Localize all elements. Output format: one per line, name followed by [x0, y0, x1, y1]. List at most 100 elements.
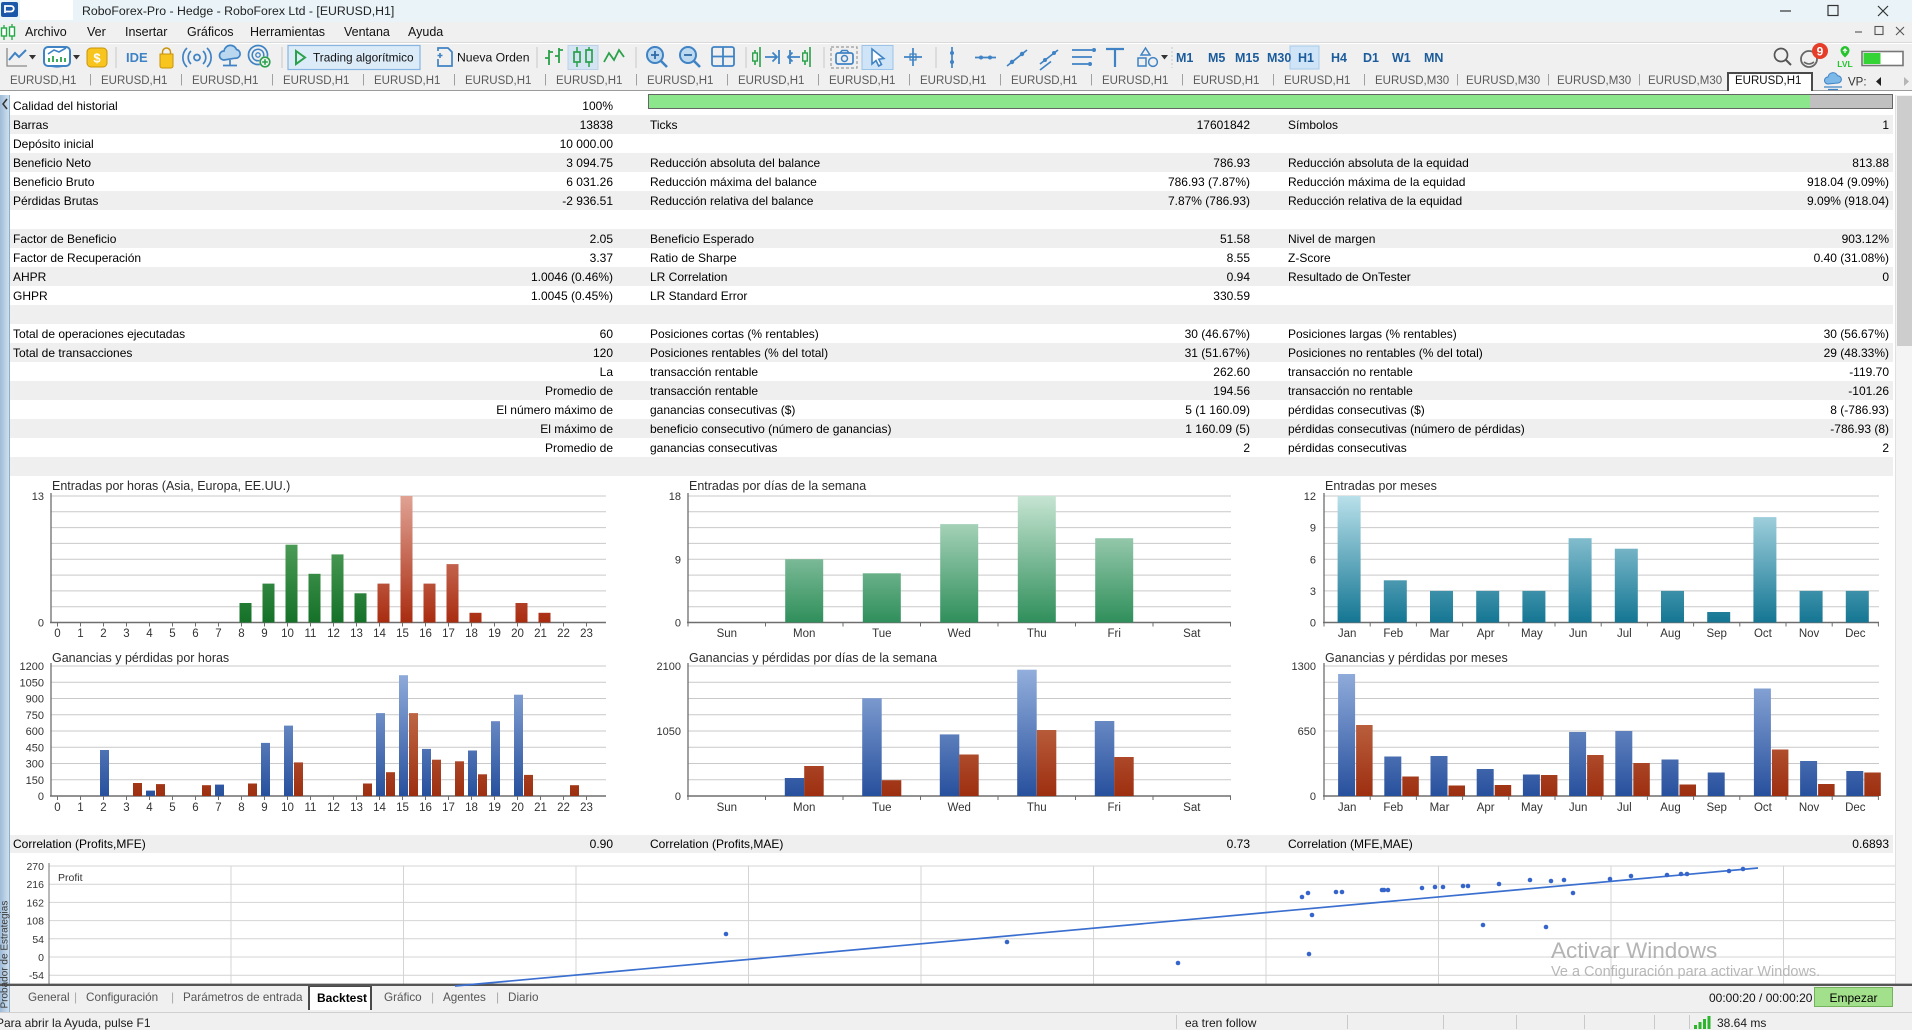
svg-text:108: 108: [26, 916, 44, 928]
svg-text:2: 2: [100, 628, 106, 640]
svg-text:Nov: Nov: [1799, 628, 1820, 640]
svg-text:Sun: Sun: [717, 628, 737, 640]
svg-text:13: 13: [350, 628, 363, 640]
svg-text:Sep: Sep: [1706, 802, 1726, 814]
svg-text:3: 3: [1310, 586, 1316, 598]
svg-text:7: 7: [215, 802, 221, 814]
svg-text:150: 150: [26, 775, 44, 787]
svg-text:Apr: Apr: [1477, 802, 1495, 814]
svg-text:0: 0: [675, 618, 681, 630]
svg-text:5: 5: [169, 628, 175, 640]
svg-text:1: 1: [77, 802, 83, 814]
svg-text:Wed: Wed: [947, 628, 970, 640]
svg-text:Thu: Thu: [1027, 628, 1047, 640]
svg-text:Aug: Aug: [1660, 802, 1680, 814]
svg-text:Fri: Fri: [1107, 628, 1120, 640]
svg-text:162: 162: [26, 897, 44, 909]
svg-text:Entradas por días de la semana: Entradas por días de la semana: [689, 479, 866, 493]
svg-text:6: 6: [1310, 554, 1316, 566]
svg-text:1: 1: [77, 628, 83, 640]
svg-text:270: 270: [26, 861, 44, 873]
svg-text:Ganancias y pérdidas por días: Ganancias y pérdidas por días de la sema…: [689, 651, 937, 665]
svg-text:Jul: Jul: [1617, 628, 1632, 640]
svg-text:Sep: Sep: [1706, 628, 1726, 640]
svg-text:17: 17: [442, 802, 455, 814]
svg-text:17: 17: [442, 628, 455, 640]
svg-text:1050: 1050: [657, 726, 681, 738]
svg-text:23: 23: [580, 802, 593, 814]
svg-text:9: 9: [1310, 523, 1316, 535]
svg-text:15: 15: [396, 802, 409, 814]
svg-text:Wed: Wed: [947, 802, 970, 814]
svg-text:54: 54: [32, 934, 44, 946]
svg-text:14: 14: [373, 628, 386, 640]
svg-text:Mon: Mon: [793, 802, 815, 814]
svg-text:Jan: Jan: [1338, 628, 1357, 640]
svg-text:May: May: [1521, 802, 1543, 814]
svg-text:12: 12: [327, 802, 340, 814]
svg-text:Jun: Jun: [1569, 802, 1588, 814]
svg-text:Sat: Sat: [1183, 628, 1201, 640]
svg-text:10: 10: [281, 802, 294, 814]
svg-text:Oct: Oct: [1754, 628, 1773, 640]
svg-text:Tue: Tue: [872, 628, 891, 640]
svg-text:Mar: Mar: [1430, 628, 1450, 640]
svg-text:3: 3: [123, 802, 129, 814]
svg-text:900: 900: [26, 694, 44, 706]
svg-text:Entradas por horas (Asia, Euro: Entradas por horas (Asia, Europa, EE.UU.…: [52, 479, 290, 493]
svg-text:8: 8: [238, 802, 244, 814]
svg-text:9: 9: [261, 628, 267, 640]
svg-text:6: 6: [192, 628, 198, 640]
svg-text:Jan: Jan: [1338, 802, 1357, 814]
svg-text:Thu: Thu: [1027, 802, 1047, 814]
svg-text:Dec: Dec: [1845, 628, 1866, 640]
svg-text:Fri: Fri: [1107, 802, 1120, 814]
svg-text:Mon: Mon: [793, 628, 815, 640]
svg-text:18: 18: [669, 491, 681, 503]
svg-text:450: 450: [26, 742, 44, 754]
svg-text:Dec: Dec: [1845, 802, 1866, 814]
svg-text:23: 23: [580, 628, 593, 640]
svg-text:Feb: Feb: [1383, 628, 1403, 640]
svg-text:1300: 1300: [1292, 661, 1316, 673]
svg-text:Profit: Profit: [58, 872, 83, 884]
svg-text:Ganancias y pérdidas por meses: Ganancias y pérdidas por meses: [1325, 651, 1508, 665]
svg-text:4: 4: [146, 802, 153, 814]
svg-text:15: 15: [396, 628, 409, 640]
svg-text:3: 3: [123, 628, 129, 640]
svg-text:0: 0: [1310, 618, 1316, 630]
svg-text:Tue: Tue: [872, 802, 891, 814]
svg-text:750: 750: [26, 710, 44, 722]
svg-text:0: 0: [54, 802, 60, 814]
svg-text:9: 9: [261, 802, 267, 814]
svg-text:0: 0: [675, 791, 681, 803]
svg-text:300: 300: [26, 759, 44, 771]
svg-text:Probador de Estrategias: Probador de Estrategias: [0, 901, 11, 1009]
svg-text:20: 20: [511, 628, 524, 640]
svg-text:21: 21: [534, 628, 547, 640]
svg-text:6: 6: [192, 802, 198, 814]
svg-text:Apr: Apr: [1477, 628, 1495, 640]
svg-text:0: 0: [1310, 791, 1316, 803]
svg-text:Feb: Feb: [1383, 802, 1403, 814]
svg-text:4: 4: [146, 628, 153, 640]
svg-text:19: 19: [488, 628, 501, 640]
svg-text:11: 11: [305, 628, 317, 640]
svg-text:May: May: [1521, 628, 1543, 640]
svg-text:11: 11: [305, 802, 317, 814]
svg-text:Mar: Mar: [1430, 802, 1450, 814]
svg-text:2: 2: [100, 802, 106, 814]
svg-text:18: 18: [465, 802, 478, 814]
svg-text:600: 600: [26, 726, 44, 738]
svg-text:16: 16: [419, 802, 432, 814]
svg-text:13: 13: [32, 491, 44, 503]
svg-text:Sat: Sat: [1183, 802, 1201, 814]
svg-text:1050: 1050: [20, 677, 44, 689]
svg-text:Jul: Jul: [1617, 802, 1632, 814]
svg-text:20: 20: [511, 802, 524, 814]
svg-text:0: 0: [54, 628, 60, 640]
svg-text:7: 7: [215, 628, 221, 640]
svg-text:Jun: Jun: [1569, 628, 1588, 640]
svg-text:8: 8: [238, 628, 244, 640]
svg-text:Oct: Oct: [1754, 802, 1773, 814]
